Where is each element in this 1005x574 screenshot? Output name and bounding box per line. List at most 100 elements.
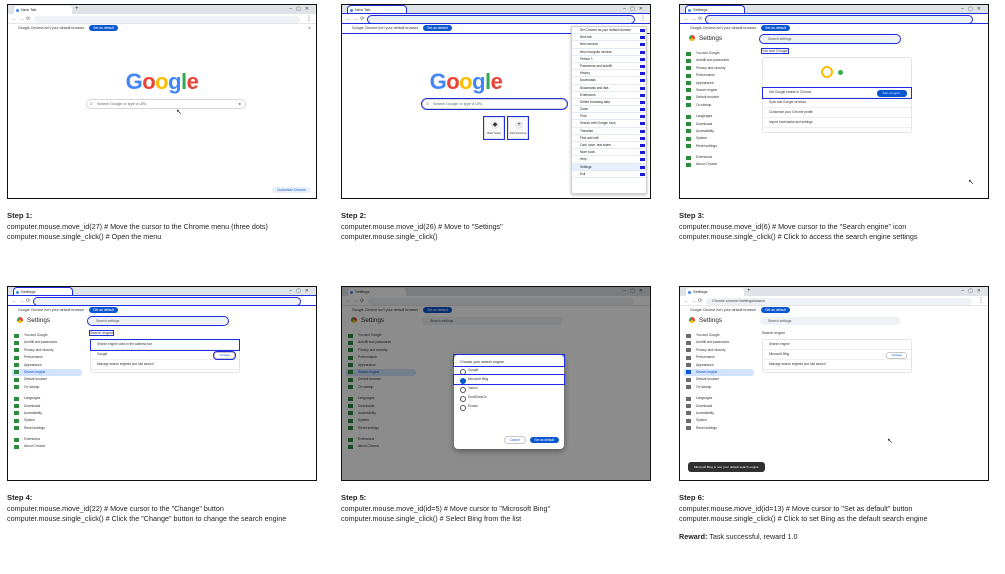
set-default-button[interactable]: Set as default — [89, 25, 118, 31]
chrome-menu-icon[interactable]: ⋮ — [978, 296, 984, 306]
menu-item[interactable]: Cast, save, and share — [572, 142, 646, 150]
menu-item[interactable]: Exit — [572, 171, 646, 178]
window-controls[interactable]: –▢✕ — [623, 5, 647, 14]
nav-buttons-icon[interactable]: ←→⟳ — [346, 14, 366, 24]
sidebar-item[interactable]: Reset settings — [12, 425, 82, 432]
sidebar-item-search-engine[interactable]: Search engine — [12, 368, 82, 377]
sidebar-item[interactable]: Default browser — [684, 94, 754, 101]
cancel-button[interactable]: Cancel — [503, 436, 526, 444]
tab-settings[interactable]: Settings — [685, 5, 745, 15]
sidebar-item[interactable]: On startup — [684, 384, 754, 391]
sidebar-item[interactable]: Downloads — [684, 121, 754, 128]
sidebar-item-search-engine[interactable]: Search engine — [684, 368, 754, 377]
omnibox[interactable] — [705, 14, 973, 24]
sidebar-item[interactable]: Privacy and security — [684, 347, 754, 354]
change-button[interactable]: Change — [213, 351, 236, 360]
sidebar-item[interactable]: Default browser — [12, 376, 82, 383]
sidebar-item[interactable]: System — [684, 417, 754, 424]
menu-item[interactable]: Bookmarks and lists — [572, 85, 646, 92]
new-tab-plus-icon[interactable]: + — [75, 5, 79, 14]
settings-row[interactable]: Import bookmarks and settings — [763, 118, 911, 128]
menu-item[interactable]: Extensions — [572, 92, 646, 99]
settings-row[interactable]: Get Google smarts in Chrome Turn on sync.… — [762, 87, 912, 99]
set-default-button[interactable]: Set as default — [761, 25, 790, 31]
sidebar-item[interactable]: Performance — [684, 354, 754, 361]
engine-option[interactable]: DuckDuckGo — [454, 393, 564, 402]
chrome-menu-icon[interactable]: ⋮ — [640, 14, 646, 24]
sidebar-item[interactable]: Accessibility — [12, 410, 82, 417]
set-as-default-button[interactable]: Set as default — [529, 437, 559, 443]
sidebar-item[interactable]: Performance — [12, 354, 82, 361]
sidebar-item[interactable]: Extensions — [12, 436, 82, 443]
engine-option[interactable]: Yahoo! — [454, 384, 564, 393]
menu-item[interactable]: Translate — [572, 128, 646, 135]
sidebar-item[interactable]: Downloads — [684, 403, 754, 410]
sidebar-item[interactable]: Privacy and security — [12, 347, 82, 354]
sidebar-item[interactable]: Accessibility — [684, 410, 754, 417]
mic-icon[interactable]: ● — [239, 100, 241, 108]
nav-buttons-icon[interactable]: ←→⟳ — [684, 14, 704, 24]
turn-on-sync-button[interactable]: Turn on sync... — [877, 90, 907, 97]
sidebar-item[interactable]: Accessibility — [684, 128, 754, 135]
window-controls[interactable]: –▢✕ — [289, 287, 313, 296]
tab-settings[interactable]: Settings — [686, 288, 744, 296]
close-icon[interactable]: ✕ — [308, 24, 311, 33]
sidebar-item[interactable]: System — [12, 417, 82, 424]
shortcut-add[interactable]: + Add shortcut — [507, 116, 529, 140]
window-controls[interactable]: –▢✕ — [961, 5, 985, 14]
sidebar-item[interactable]: About Chrome — [684, 161, 754, 168]
menu-item[interactable]: Person 1 — [572, 56, 646, 63]
google-search-box[interactable]: ⌕ Search Google or type a URL — [421, 98, 568, 110]
nav-buttons-icon[interactable]: ←→⟳ — [684, 296, 704, 306]
set-default-button[interactable]: Set as default — [761, 307, 790, 313]
sidebar-item[interactable]: Autofill and passwords — [684, 339, 754, 346]
manage-engines-row[interactable]: Manage search engines and site search — [91, 360, 239, 370]
sidebar-item[interactable]: System — [684, 135, 754, 142]
menu-item[interactable]: Downloads — [572, 77, 646, 85]
menu-item[interactable]: Search with Google Lens — [572, 120, 646, 128]
sidebar-item[interactable]: Languages — [684, 113, 754, 120]
shortcut-web-store[interactable]: ◆ Web Store — [483, 116, 505, 140]
sidebar-item[interactable]: Downloads — [12, 403, 82, 410]
menu-item[interactable]: Set Chrome as your default browser — [572, 27, 646, 35]
sidebar-item[interactable]: You and Google — [12, 332, 82, 339]
sidebar-item[interactable]: Reset settings — [684, 425, 754, 432]
omnibox[interactable]: Chrome chrome://settings/search — [706, 297, 972, 305]
engine-option-bing[interactable]: Microsoft Bing — [453, 374, 565, 385]
sidebar-item[interactable]: Appearance — [12, 362, 82, 369]
change-button[interactable]: Change — [886, 352, 907, 359]
menu-item[interactable]: Print — [572, 113, 646, 121]
settings-search-input[interactable]: Search settings — [760, 317, 900, 325]
engine-option[interactable]: Ecosia — [454, 402, 564, 411]
menu-item[interactable]: Help — [572, 156, 646, 164]
sidebar-item[interactable]: You and Google — [684, 50, 754, 57]
sidebar-item[interactable]: On startup — [684, 102, 754, 109]
sidebar-item[interactable]: Appearance — [684, 80, 754, 87]
sidebar-item[interactable]: Languages — [684, 395, 754, 402]
menu-item[interactable]: New window — [572, 41, 646, 49]
window-controls[interactable]: –▢✕ — [289, 5, 313, 14]
sidebar-item[interactable]: About Chrome — [12, 443, 82, 450]
set-default-button[interactable]: Set as default — [423, 25, 452, 31]
engine-option[interactable]: Google — [454, 366, 564, 375]
sidebar-item-search-engine[interactable]: Search engine — [684, 87, 754, 94]
settings-search-input[interactable]: Search settings — [87, 316, 229, 326]
menu-item[interactable]: New Incognito window — [572, 49, 646, 56]
sidebar-item[interactable]: Autofill and passwords — [684, 57, 754, 64]
menu-item[interactable]: More tools — [572, 149, 646, 157]
sidebar-item[interactable]: Performance — [684, 72, 754, 79]
nav-buttons-icon[interactable]: ←→⟳ — [12, 296, 32, 306]
window-controls[interactable]: –▢✕ — [961, 287, 985, 296]
settings-row[interactable]: Customize your Chrome profile — [763, 108, 911, 118]
set-default-button[interactable]: Set as default — [89, 307, 118, 313]
menu-item[interactable]: Delete browsing data — [572, 99, 646, 107]
settings-search-input[interactable]: Search settings — [759, 34, 901, 44]
google-search-box[interactable]: ⌕ Search Google or type a URL ● — [86, 99, 246, 109]
menu-item[interactable]: History — [572, 70, 646, 78]
menu-item[interactable]: Zoom — [572, 106, 646, 114]
sidebar-item[interactable]: Default browser — [684, 376, 754, 383]
chrome-menu-icon[interactable]: ⋮ — [306, 14, 312, 24]
sidebar-item[interactable]: Extensions — [684, 154, 754, 161]
tab-settings[interactable]: Settings — [13, 287, 73, 297]
omnibox[interactable] — [367, 14, 635, 24]
